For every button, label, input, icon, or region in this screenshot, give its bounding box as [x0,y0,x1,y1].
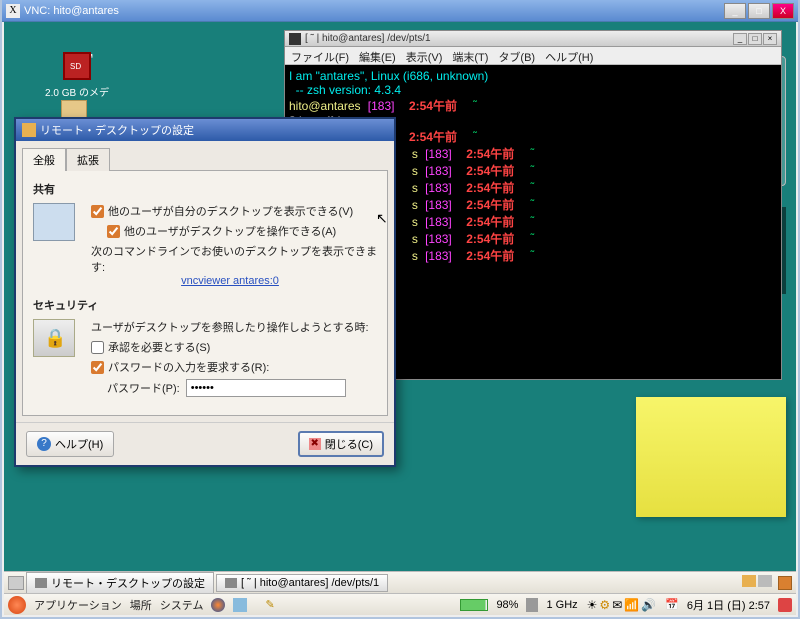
dialog-titlebar[interactable]: リモート・デスクトップの設定 [16,119,394,141]
password-field[interactable] [186,379,346,397]
notes-icon[interactable]: ✎ [265,598,274,611]
terminal-icon [289,33,301,45]
dialog-title: リモート・デスクトップの設定 [40,122,194,138]
term-max-button[interactable]: □ [748,33,762,45]
window-list-panel[interactable]: リモート・デスクトップの設定 [ ˜ | hito@antares] /dev/… [4,571,796,593]
security-icon [33,319,75,357]
trash-icon[interactable] [778,576,792,590]
calendar-tray-icon[interactable]: 📅 [665,598,679,611]
help-icon: ? [37,437,51,451]
remote-desktop-settings-dialog: リモート・デスクトップの設定 全般拡張 共有 他のユーザが自分のデスクトップを表… [14,117,396,467]
folder-icon [61,100,87,118]
cpu-freq: 1 GHz [546,599,577,611]
systray[interactable]: ☀⚙✉📶🔊 [586,598,658,612]
chk-allow-view-box[interactable] [91,205,104,218]
ubuntu-menu-icon[interactable] [8,596,26,614]
menu-places[interactable]: 場所 [130,597,152,613]
chk-allow-control[interactable]: 他のユーザがデスクトップを操作できる(A) [107,223,377,239]
term-menu-item[interactable]: 編集(E) [359,52,396,64]
show-desktop-button[interactable] [8,576,24,590]
task-icon [35,578,47,588]
term-menu-item[interactable]: ファイル(F) [291,52,349,64]
terminal-title: [ ˜ | hito@antares] /dev/pts/1 [305,33,733,44]
sd-icon [63,52,91,80]
workspace-switcher[interactable] [740,575,772,590]
cmdline-hint: 次のコマンドラインでお使いのデスクトップを表示できます: [91,243,377,275]
chk-require-password-box[interactable] [91,361,104,374]
firefox-icon[interactable] [211,598,225,612]
term-menu-item[interactable]: タブ(B) [498,52,535,64]
term-close-button[interactable]: × [763,33,777,45]
terminal-titlebar[interactable]: [ ˜ | hito@antares] /dev/pts/1 _ □ × [285,31,781,47]
sharing-icon [33,203,75,241]
shutdown-icon[interactable] [778,598,792,612]
menu-system[interactable]: システム [160,597,204,613]
minimize-button[interactable]: _ [724,3,746,19]
security-hint: ユーザがデスクトップを参照したり操作しようとする時: [91,319,377,335]
password-label: パスワード(P): [107,380,180,396]
battery-icon[interactable] [460,599,488,611]
maximize-button[interactable]: □ [748,3,770,19]
launcher-icon[interactable] [233,598,247,612]
menu-applications[interactable]: アプリケーション [34,597,122,613]
vncviewer-link[interactable]: vncviewer antares:0 [181,275,279,287]
task-icon [225,578,237,588]
term-menu-item[interactable]: ヘルプ(H) [545,52,593,64]
tab-general[interactable]: 全般 [22,148,66,171]
dialog-icon [22,123,36,137]
vnc-titlebar[interactable]: X VNC: hito@antares _ □ X [2,0,798,22]
close-button[interactable]: X [772,3,794,19]
task-remote-desktop[interactable]: リモート・デスクトップの設定 [26,572,214,594]
term-menu-item[interactable]: 端末(T) [452,52,488,64]
chk-require-password[interactable]: パスワードの入力を要求する(R): [91,359,377,375]
term-min-button[interactable]: _ [733,33,747,45]
section-sharing: 共有 [33,181,377,197]
panel-clock[interactable]: 6月 1日 (日) 2:57 [687,597,770,613]
section-security: セキュリティ [33,297,377,313]
chk-require-approval-box[interactable] [91,341,104,354]
main-panel[interactable]: アプリケーション 場所 システム ✎ 98% 1 GHz ☀⚙✉📶🔊 📅 6月 … [4,593,796,615]
vnc-app-icon: X [6,4,20,18]
battery-percent: 98% [496,599,518,611]
desktop-icon-folder[interactable] [54,100,94,118]
chk-require-approval[interactable]: 承認を必要とする(S) [91,339,377,355]
term-menu-item[interactable]: 表示(V) [406,52,443,64]
close-icon: ✖ [309,438,321,450]
remote-desktop[interactable]: ↗ 2.0 GB のメディア TIME is LOREM 6月 SuMoTuWe… [4,22,796,615]
help-button[interactable]: ?ヘルプ(H) [26,431,114,457]
tab-advanced[interactable]: 拡張 [66,148,110,171]
close-dialog-button[interactable]: ✖閉じる(C) [298,431,384,457]
vnc-title-text: VNC: hito@antares [24,5,724,17]
terminal-menubar[interactable]: ファイル(F) 編集(E) 表示(V) 端末(T) タブ(B) ヘルプ(H) [285,47,781,65]
sticky-note[interactable] [636,397,786,517]
cpu-icon [526,598,538,612]
chk-allow-control-box[interactable] [107,225,120,238]
chk-allow-view[interactable]: 他のユーザが自分のデスクトップを表示できる(V) [91,203,377,219]
task-terminal[interactable]: [ ˜ | hito@antares] /dev/pts/1 [216,574,388,592]
